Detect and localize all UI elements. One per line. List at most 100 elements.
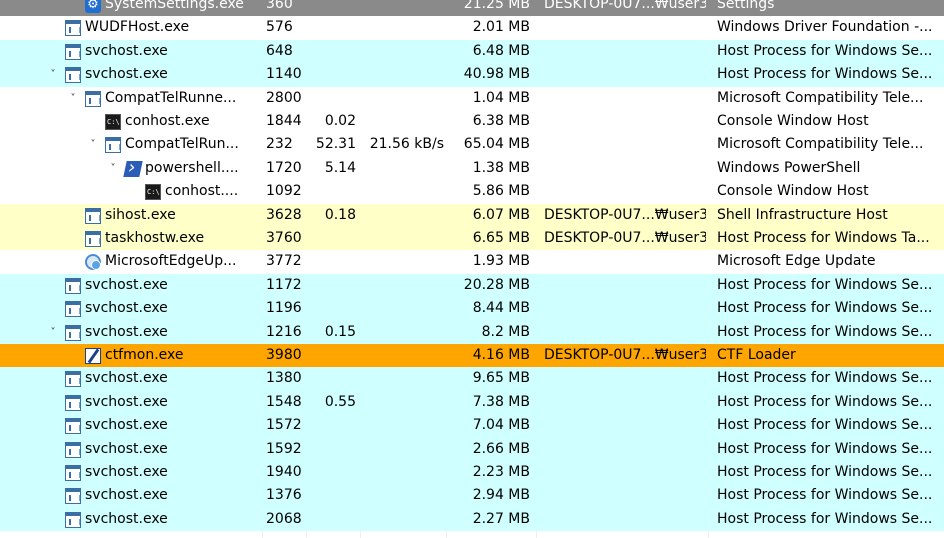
process-user-name <box>544 391 706 414</box>
process-row[interactable]: ˅ powershell.... 1720 5.14 1.38 MB Windows Po… <box>0 156 944 181</box>
process-io-rate <box>360 297 444 320</box>
console-icon <box>145 181 161 204</box>
process-io-rate <box>360 250 444 273</box>
process-pid: 3628 <box>266 206 302 223</box>
process-row[interactable]: ˅ CompatTelRunne... 2800 1.04 MB Microsoft C… <box>0 86 944 110</box>
process-cpu <box>306 274 356 297</box>
process-cpu <box>306 484 356 507</box>
process-name: svchost.exe <box>85 323 168 340</box>
process-description: Host Process for Windows Se... <box>717 300 933 317</box>
app-window-icon <box>65 511 81 528</box>
app-window-icon <box>105 137 121 154</box>
process-pid: 1216 <box>266 323 302 340</box>
process-pid: 360 <box>266 0 293 12</box>
process-name-cell: MicrosoftEdgeUp... <box>0 250 260 273</box>
process-row[interactable]: svchost.exe 1172 20.28 MB Host Process for … <box>0 273 944 298</box>
process-name-cell: svchost.exe <box>0 391 260 414</box>
process-name: svchost.exe <box>85 370 168 387</box>
process-user-name: DESKTOP-0U7...₩user3 <box>544 0 706 12</box>
process-list[interactable]: ⚙ SystemSettings.exe 360 21.25 MB DESKTOP-0U… <box>0 0 944 538</box>
expand-collapse-chevron-icon[interactable]: ˅ <box>47 321 59 344</box>
process-row[interactable]: conhost.... 1092 5.86 MB Console Window Hos… <box>0 180 944 204</box>
edge-update-icon <box>85 254 101 271</box>
pen-icon <box>85 348 101 364</box>
powershell-icon <box>123 160 143 177</box>
process-io-rate <box>360 40 444 63</box>
process-private-bytes: 4.16 MB <box>472 347 530 363</box>
process-row[interactable]: svchost.exe 648 6.48 MB Host Process for Wi… <box>0 39 944 64</box>
process-description: Console Window Host <box>717 183 869 200</box>
process-row[interactable]: conhost.exe 1844 0.02 6.38 MB Console Window… <box>0 110 944 134</box>
process-row[interactable]: svchost.exe 1572 7.04 MB Host Process for W… <box>0 414 944 438</box>
process-pid: 1592 <box>266 440 302 457</box>
process-row[interactable]: svchost.exe 2068 2.27 MB Host Process for W… <box>0 507 944 532</box>
process-io-rate <box>360 391 444 414</box>
process-row[interactable]: svchost.exe 1548 0.55 7.38 MB Host Process f… <box>0 390 944 415</box>
process-private-bytes: 6.65 MB <box>472 230 530 246</box>
process-pid: 2068 <box>266 510 302 527</box>
app-window-icon <box>65 67 81 84</box>
process-cpu <box>306 87 356 110</box>
process-private-bytes: 7.04 MB <box>472 417 530 434</box>
process-cpu <box>306 40 356 63</box>
process-io-rate <box>360 157 444 180</box>
process-name-cell: ⚙ SystemSettings.exe <box>0 0 260 16</box>
process-pid: 3760 <box>266 230 302 246</box>
process-private-bytes: 8.44 MB <box>472 300 530 317</box>
process-pid: 2800 <box>266 89 302 106</box>
process-io-rate <box>360 461 444 484</box>
process-row[interactable]: svchost.exe 1592 2.66 MB Host Process for W… <box>0 437 944 461</box>
process-description: Host Process for Windows Se... <box>717 66 933 83</box>
process-name: conhost.exe <box>125 113 210 129</box>
process-cpu <box>306 16 356 39</box>
process-row[interactable]: ˅ CompatTelRun... 232 52.31 21.56 kB/s 65.04 … <box>0 133 944 157</box>
expand-collapse-chevron-icon[interactable]: ˅ <box>87 133 99 156</box>
process-description: Host Process for Windows Se... <box>717 464 933 480</box>
process-description: Host Process for Windows Se... <box>717 323 933 340</box>
process-pid: 1844 <box>266 113 302 129</box>
process-pid: 576 <box>266 19 293 36</box>
process-row[interactable]: ⚙ SystemSettings.exe 360 21.25 MB DESKTOP-0U… <box>0 0 944 17</box>
process-cpu: 0.15 <box>324 323 356 340</box>
process-description: Microsoft Edge Update <box>717 253 876 270</box>
process-name-cell: conhost.... <box>0 180 260 204</box>
process-name-cell: svchost.exe <box>0 508 260 531</box>
process-user-name <box>544 250 706 273</box>
app-window-icon <box>65 20 81 37</box>
process-description: Host Process for Windows Se... <box>717 440 933 457</box>
process-name-cell: ˅ svchost.exe <box>0 321 260 344</box>
process-row[interactable]: svchost.exe 1380 9.65 MB Host Process for W… <box>0 367 944 391</box>
process-user-name <box>544 274 706 297</box>
process-row[interactable]: svchost.exe 1940 2.23 MB Host Process for W… <box>0 461 944 485</box>
process-row[interactable]: svchost.exe 1196 8.44 MB Host Process for W… <box>0 297 944 321</box>
process-io-rate <box>360 274 444 297</box>
process-description: Host Process for Windows Se... <box>717 510 933 527</box>
process-private-bytes: 6.48 MB <box>472 42 530 59</box>
app-window-icon <box>65 371 81 388</box>
process-io-rate <box>360 180 444 203</box>
process-cpu <box>306 344 356 367</box>
process-name: taskhostw.exe <box>105 230 205 246</box>
expand-collapse-chevron-icon[interactable]: ˅ <box>107 157 119 180</box>
process-row[interactable]: ctfmon.exe 3980 4.16 MB DESKTOP-0U7...₩user… <box>0 344 944 368</box>
expand-collapse-chevron-icon[interactable]: ˅ <box>47 63 59 86</box>
app-window-icon <box>65 441 81 458</box>
process-user-name: DESKTOP-0U7...₩user3 <box>544 347 706 363</box>
expand-collapse-chevron-icon[interactable]: ˅ <box>67 87 79 110</box>
process-user-name <box>544 87 706 110</box>
process-row[interactable]: ˅ svchost.exe 1216 0.15 8.2 MB Host Process f… <box>0 320 944 344</box>
process-cpu <box>306 297 356 320</box>
process-row[interactable]: MicrosoftEdgeUp... 3772 1.93 MB Microsoft E… <box>0 250 944 274</box>
process-user-name <box>544 367 706 390</box>
process-name-cell: svchost.exe <box>0 438 260 461</box>
process-row[interactable]: ˅ svchost.exe 1140 40.98 MB Host Process for… <box>0 63 944 87</box>
process-row[interactable]: svchost.exe 1376 2.94 MB Host Process for W… <box>0 484 944 508</box>
process-private-bytes: 65.04 MB <box>463 136 530 153</box>
process-row[interactable]: WUDFHost.exe 576 2.01 MB Windows Driver Fou… <box>0 16 944 40</box>
process-name-cell: svchost.exe <box>0 414 260 437</box>
process-io-rate <box>360 367 444 390</box>
process-io-rate <box>360 227 444 250</box>
process-row[interactable]: sihost.exe 3628 0.18 6.07 MB DESKTOP-0U7...₩… <box>0 203 944 227</box>
process-pid: 1720 <box>266 159 302 176</box>
process-row[interactable]: taskhostw.exe 3760 6.65 MB DESKTOP-0U7...₩u… <box>0 227 944 251</box>
